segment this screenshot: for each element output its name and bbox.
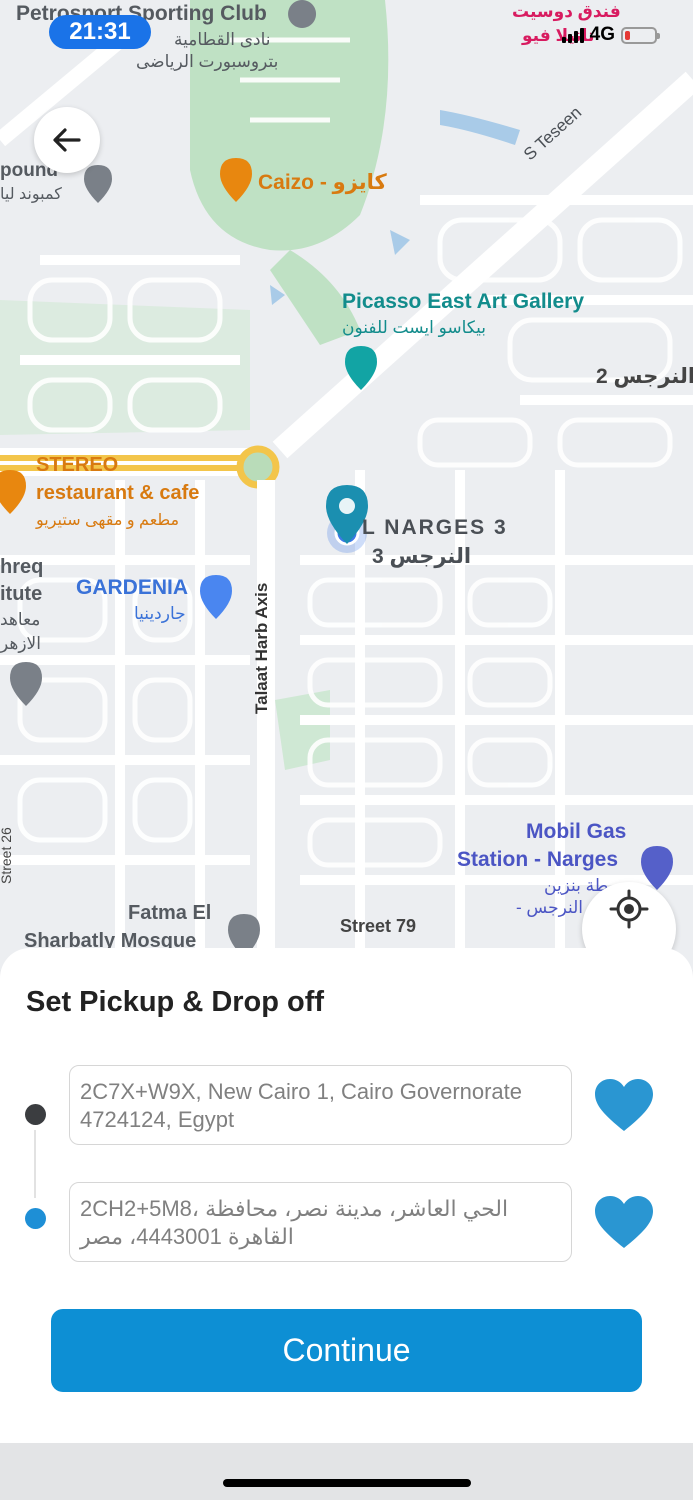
map-label-mobil: Mobil Gas (526, 820, 627, 843)
map-label-narges3: L NARGES 3 (362, 516, 508, 539)
map-label-compound-ar: كمبوند ليا (0, 186, 62, 203)
sheet-title: Set Pickup & Drop off (26, 986, 325, 1018)
continue-button[interactable]: Continue (51, 1309, 642, 1392)
network-type: 4G (589, 24, 615, 45)
map-view[interactable]: Petrosport Sporting Club نادى القطامية ب… (0, 0, 693, 970)
pickup-dot-icon (25, 1104, 46, 1125)
back-button[interactable] (34, 107, 100, 173)
arrow-left-icon (53, 128, 81, 152)
pickup-dropoff-sheet: Set Pickup & Drop off 2C7X+W9X, New Cair… (0, 948, 693, 1444)
map-label-shreq: hreq (0, 556, 44, 578)
map-label-petrosport-ar: نادى القطامية (174, 30, 271, 49)
signal-icon (561, 27, 584, 43)
home-indicator[interactable] (223, 1479, 471, 1487)
map-label-mobil2: Station - Narges (457, 848, 619, 871)
home-indicator-area (0, 1443, 693, 1500)
map-label-picasso-ar: بيكاسو ايست للفنون (342, 318, 487, 337)
map-label-gardenia: GARDENIA (76, 576, 189, 599)
status-indicators: 4G (561, 24, 660, 46)
pickup-favorite-heart-icon[interactable] (594, 1079, 654, 1133)
map-label-fatma: Fatma El (128, 902, 212, 924)
route-connector (34, 1130, 36, 1198)
map-label-shreq3: معاهد (0, 610, 41, 629)
map-label-stereo-ar: مطعم و مقهى ستيريو (36, 512, 180, 529)
crosshair-icon (609, 889, 649, 929)
map-label-street79: Street 79 (340, 916, 417, 936)
dropoff-field-value: 2CH2+5M8، الحي العاشر، مدينة نصر، محافظة… (80, 1196, 509, 1249)
map-label-picasso: Picasso East Art Gallery (342, 290, 585, 313)
map-label-stereo-sub: restaurant & cafe (36, 482, 200, 504)
status-time: 21:31 (49, 15, 151, 49)
map-label-caizo: Caizo - كايزو (258, 171, 387, 194)
map-label-stereo: STEREO (36, 454, 119, 476)
map-label-hotel: فندق دوسيت (512, 2, 621, 21)
pickup-field-value: 2C7X+W9X, New Cairo 1, Cairo Governorate… (80, 1079, 523, 1132)
map-label-talaat-harb: Talaat Harb Axis (252, 582, 271, 714)
pickup-field[interactable]: 2C7X+W9X, New Cairo 1, Cairo Governorate… (69, 1065, 572, 1145)
battery-icon (621, 26, 660, 44)
map-label-petrosport-ar2: بتروسبورت الرياضى (136, 52, 279, 71)
dropoff-dot-icon (25, 1208, 46, 1229)
map-label-shreq2: itute (0, 583, 43, 605)
dropoff-field[interactable]: 2CH2+5M8، الحي العاشر، مدينة نصر، محافظة… (69, 1182, 572, 1262)
map-label-mobil-ar2: - النرجس (516, 898, 583, 917)
map-label-shreq4: الازهر (0, 634, 41, 653)
map-label-street26: Street 26 (0, 827, 14, 884)
map-label-narges2: النرجس 2 (596, 365, 693, 388)
map-label-narges3-ar: النرجس 3 (372, 545, 472, 568)
map-label-gardenia-ar: جاردينيا (134, 604, 186, 623)
dropoff-favorite-heart-icon[interactable] (594, 1196, 654, 1250)
